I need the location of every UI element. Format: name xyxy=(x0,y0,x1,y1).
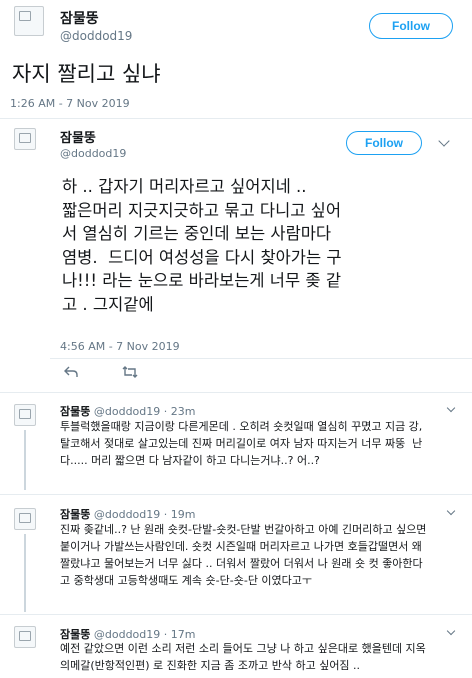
divider xyxy=(0,494,472,495)
tweet-timestamp[interactable]: 4:56 AM - 7 Nov 2019 xyxy=(60,340,180,353)
follow-button[interactable]: Follow xyxy=(369,13,453,39)
reply-icon[interactable] xyxy=(64,366,78,381)
reply-age[interactable]: · 23m xyxy=(164,405,196,418)
tweet-timestamp[interactable]: 1:26 AM - 7 Nov 2019 xyxy=(10,97,130,110)
retweet-icon[interactable] xyxy=(122,366,138,381)
avatar[interactable] xyxy=(14,128,36,150)
follow-button[interactable]: Follow xyxy=(346,131,422,155)
avatar[interactable] xyxy=(14,508,36,530)
thread-line xyxy=(24,534,26,612)
thread-line xyxy=(24,430,26,490)
avatar[interactable] xyxy=(14,6,44,36)
reply-age[interactable]: · 19m xyxy=(164,508,196,521)
display-name[interactable]: 잠물뚱 xyxy=(60,508,90,521)
user-handle[interactable]: @doddod19 xyxy=(60,29,132,43)
avatar[interactable] xyxy=(14,626,36,648)
display-name[interactable]: 잠물뚱 xyxy=(60,8,99,28)
avatar[interactable] xyxy=(14,404,36,426)
divider xyxy=(0,392,472,393)
user-handle[interactable]: @doddod19 xyxy=(60,147,126,160)
reply-text: 예전 같았으면 이런 소리 저런 소리 들어도 그냥 나 하고 싶은대로 했을텐… xyxy=(60,642,426,672)
chevron-down-icon[interactable] xyxy=(446,403,456,413)
reply-header: 잠물뚱 @doddod19 · 19m xyxy=(60,506,195,522)
divider xyxy=(0,118,472,119)
display-name[interactable]: 잠물뚱 xyxy=(60,127,96,146)
user-handle[interactable]: @doddod19 xyxy=(94,405,160,418)
display-name[interactable]: 잠물뚱 xyxy=(60,405,90,418)
user-handle[interactable]: @doddod19 xyxy=(94,508,160,521)
reply-header: 잠물뚱 @doddod19 · 23m xyxy=(60,403,195,419)
reply-text: 투블럭했을때랑 지금이랑 다른게몬데 . 오히려 숏컷일때 열심히 꾸몄고 지금… xyxy=(60,420,423,467)
chevron-down-icon[interactable] xyxy=(438,135,450,147)
tweet-text: 자지 짤리고 싶냐 xyxy=(12,62,161,86)
divider xyxy=(0,614,472,615)
chevron-down-icon[interactable] xyxy=(446,626,456,636)
tweet-text: 하 .. 갑자기 머리자르고 싶어지네 .. 짧은머리 지긋지긋하고 묶고 다니… xyxy=(62,177,342,314)
reply-text: 진짜 좆같네..? 난 원래 숏컷-단발-숏컷-단발 번갈아하고 아예 긴머리하… xyxy=(60,523,427,587)
chevron-down-icon[interactable] xyxy=(446,506,456,516)
divider xyxy=(50,358,472,359)
